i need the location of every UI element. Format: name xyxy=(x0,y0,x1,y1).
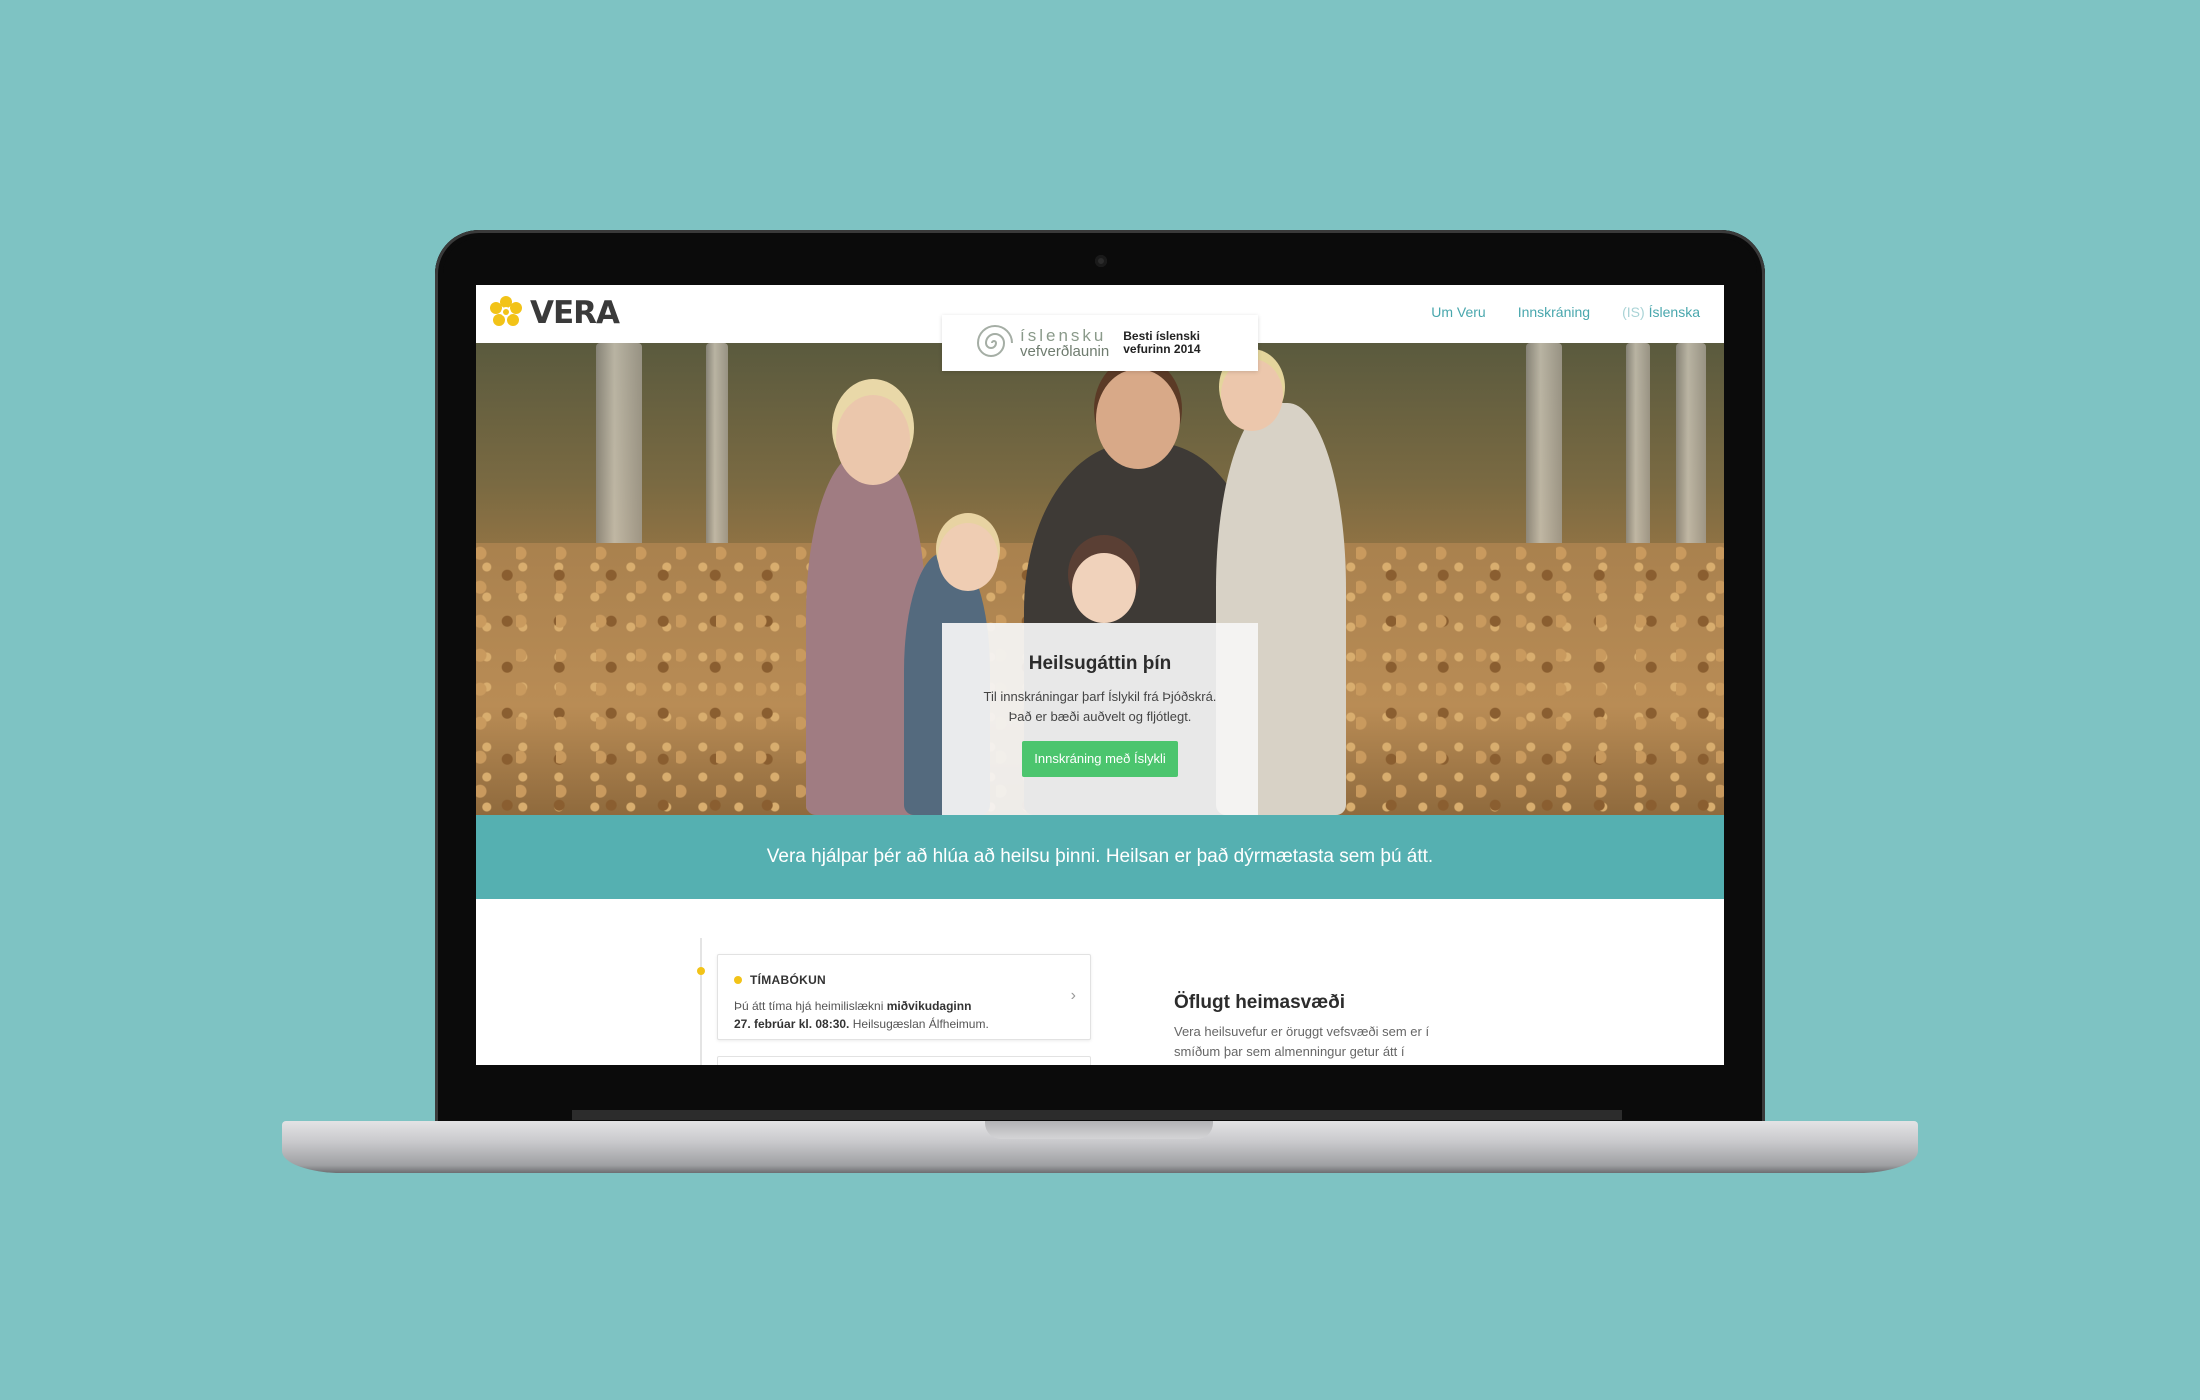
baby-head xyxy=(1072,553,1136,623)
login-card: Heilsugáttin þín Til innskráningar þarf … xyxy=(942,623,1258,815)
hero-text-line1: Til innskráningar þarf Íslykil frá Þjóðs… xyxy=(983,689,1217,704)
child-head xyxy=(938,523,998,591)
language-code: (IS) xyxy=(1622,304,1645,320)
hero-title: Heilsugáttin þín xyxy=(1028,653,1172,674)
timeline-line xyxy=(700,938,702,1065)
award-name-line1: íslensku xyxy=(1020,326,1107,345)
award-badge[interactable]: íslensku vefverðlaunin Besti íslenski ve… xyxy=(942,315,1258,371)
flower-logo-icon xyxy=(490,296,522,326)
logo-text: VERA xyxy=(530,295,620,331)
timeline-dot xyxy=(697,967,705,975)
mother-head xyxy=(836,395,910,485)
appointment-text: Þú átt tíma hjá heimilislækni miðvikudag… xyxy=(734,997,1054,1033)
logo[interactable]: VERA xyxy=(488,295,620,331)
background-tree xyxy=(1626,343,1650,553)
appointment-header: TÍMABÓKUN xyxy=(734,973,826,987)
appointment-card[interactable]: TÍMABÓKUN Þú átt tíma hjá heimilislækni … xyxy=(717,954,1091,1040)
appointment-label: TÍMABÓKUN xyxy=(750,973,827,987)
chevron-right-icon[interactable]: › xyxy=(1071,987,1076,1005)
laptop-hinge xyxy=(572,1110,1622,1120)
appointment-location: Heilsugæslan Álfheimum. xyxy=(849,1017,989,1031)
father-head xyxy=(1096,369,1180,469)
award-name: íslensku vefverðlaunin xyxy=(1020,327,1109,359)
appointment-day: miðvikudaginn xyxy=(886,999,972,1013)
next-card[interactable] xyxy=(717,1056,1091,1065)
nav-about[interactable]: Um Veru xyxy=(1431,304,1485,320)
feature-text: Vera heilsuvefur er öruggt vefsvæði sem … xyxy=(1174,1024,1430,1059)
appointment-date: 27. febrúar kl. 08:30. xyxy=(734,1017,850,1031)
language-label: Íslenska xyxy=(1648,304,1700,320)
award-subtitle-line2: vefurinn 2014 xyxy=(1123,342,1201,356)
hero-text: Til innskráningar þarf Íslykil frá Þjóðs… xyxy=(942,687,1258,727)
swirl-icon xyxy=(976,325,1013,357)
status-dot xyxy=(734,976,742,984)
nav-login[interactable]: Innskráning xyxy=(1518,304,1590,320)
award-name-line2: vefverðlaunin xyxy=(1020,343,1110,360)
camera-icon xyxy=(1095,255,1107,267)
nav-language[interactable]: (IS) Íslenska xyxy=(1622,304,1700,320)
feature-title: Öflugt heimasvæði xyxy=(1174,992,1346,1013)
award-subtitle: Besti íslenski vefurinn 2014 xyxy=(1123,330,1203,356)
background-tree xyxy=(706,343,728,563)
hero-text-line2: Það er bæði auðvelt og fljótlegt. xyxy=(1008,709,1192,724)
background-tree xyxy=(1526,343,1562,573)
hero-image: Heilsugáttin þín Til innskráningar þarf … xyxy=(476,343,1724,815)
islykill-login-button[interactable]: Innskráning með Íslykli xyxy=(1022,741,1178,777)
laptop-notch xyxy=(985,1121,1213,1139)
appointment-text-prefix: Þú átt tíma hjá heimilislækni xyxy=(734,999,887,1013)
website-screen: VERA Um Veru Innskráning (IS) Íslenska ís… xyxy=(476,285,1724,1065)
tagline-band: Vera hjálpar þér að hlúa að heilsu þinni… xyxy=(476,815,1724,899)
main-nav: Um Veru Innskráning (IS) Íslenska xyxy=(1431,304,1700,320)
